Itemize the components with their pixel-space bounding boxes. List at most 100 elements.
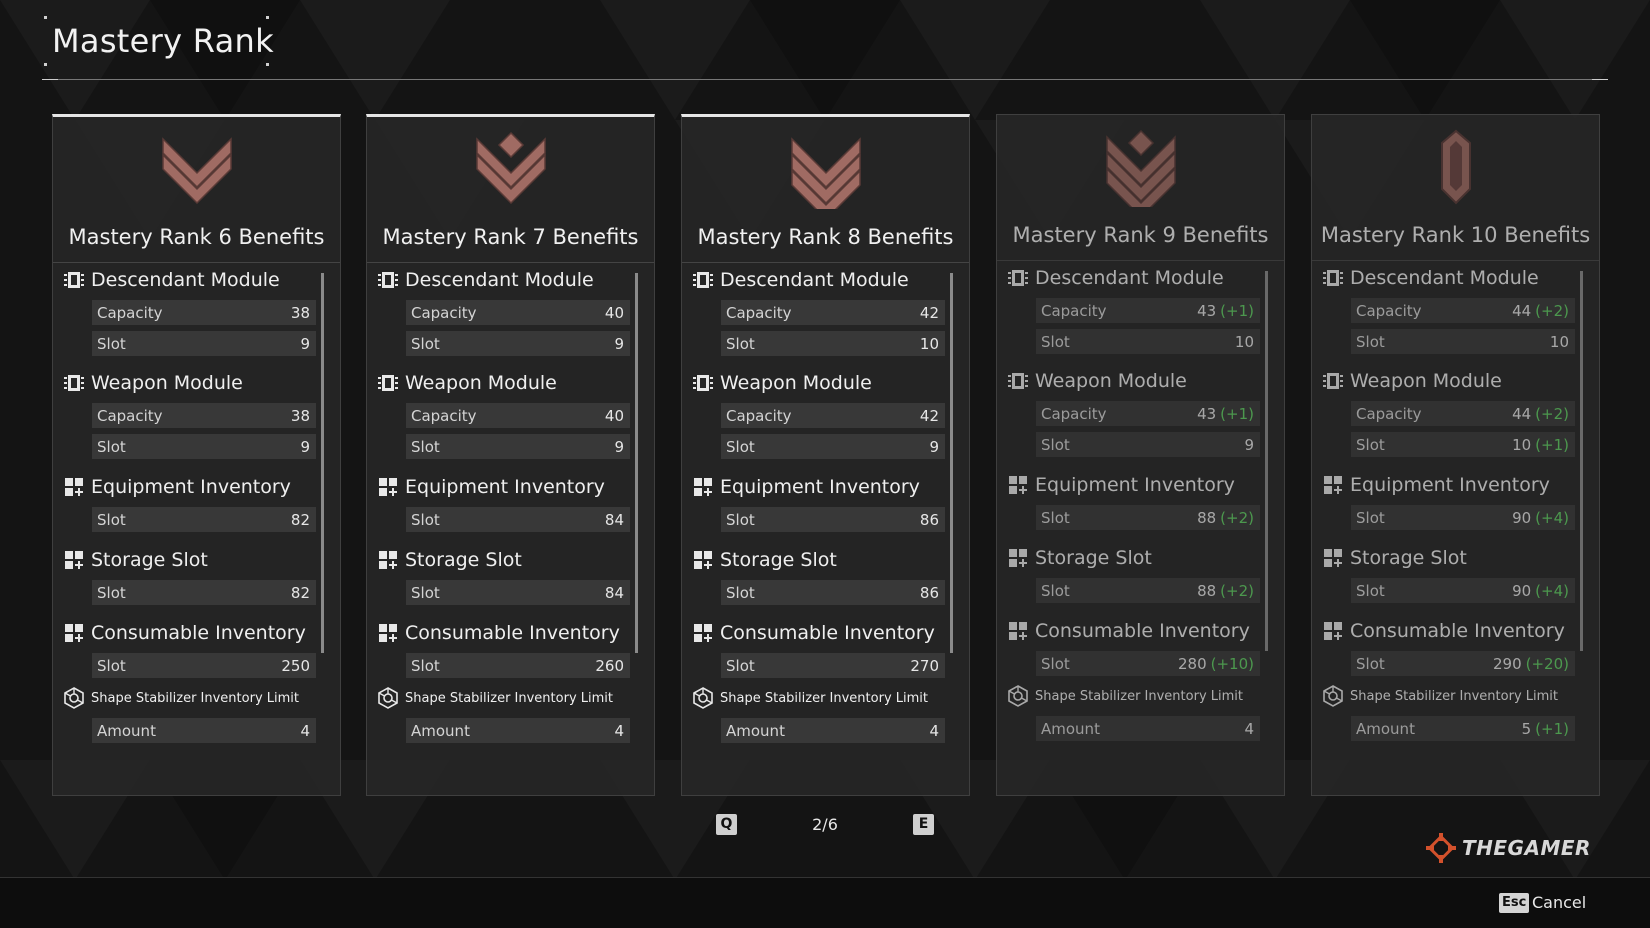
section-header: Shape Stabilizer Inventory Limit [1322, 683, 1558, 709]
inventory-icon [1324, 549, 1342, 567]
section-header: Descendant Module [63, 267, 280, 293]
section-header: Equipment Inventory [63, 474, 291, 500]
card-content: Mastery Rank 10 Benefits Descendant Modul… [1312, 115, 1599, 795]
stat-bonus: (+10) [1210, 654, 1254, 673]
card-scrollbar[interactable] [321, 273, 324, 653]
stat-label: Amount [1356, 719, 1415, 738]
stat-label: Amount [726, 721, 785, 740]
stat-row: Slot 10 (+1) [1351, 432, 1575, 457]
rank-8-benefits-card[interactable]: Mastery Rank 8 Benefits Descendant Module… [681, 114, 970, 796]
module-icon [64, 272, 84, 288]
stat-value: 10 (+1) [1512, 435, 1569, 454]
section-title: Weapon Module [405, 372, 557, 394]
section-header: Consumable Inventory [1322, 618, 1565, 644]
stabilizer-icon [1008, 685, 1028, 707]
stat-value: 84 [604, 583, 624, 602]
module-icon [1008, 270, 1028, 286]
stat-row: Capacity 43 (+1) [1036, 298, 1260, 323]
section-header: Consumable Inventory [692, 620, 935, 646]
stat-row: Slot 290 (+20) [1351, 651, 1575, 676]
stat-row: Slot 84 [406, 507, 630, 532]
stat-value: 5 (+1) [1521, 719, 1569, 738]
stat-row: Capacity 44 (+2) [1351, 401, 1575, 426]
section-header: Equipment Inventory [692, 474, 920, 500]
rank-6-benefits-card[interactable]: Mastery Rank 6 Benefits Descendant Module… [52, 114, 341, 796]
stat-label: Slot [411, 334, 440, 353]
divider-left-tick [42, 79, 58, 80]
section-header: Shape Stabilizer Inventory Limit [1007, 683, 1243, 709]
stat-row: Capacity 42 [721, 300, 945, 325]
module-icon [1323, 270, 1343, 286]
inventory-icon [694, 624, 712, 642]
section-header: Descendant Module [1007, 265, 1224, 291]
stabilizer-icon [64, 687, 84, 709]
stat-value: 88 (+2) [1197, 581, 1254, 600]
cancel-button[interactable]: Cancel [1532, 893, 1586, 913]
page-navigator: Q 2/6 E [0, 814, 1650, 838]
stat-label: Slot [97, 437, 126, 456]
stat-row: Slot 88 (+2) [1036, 505, 1260, 530]
stat-bonus: (+2) [1220, 581, 1254, 600]
rank-10-crystal-emblem [1441, 129, 1471, 205]
card-scrollbar[interactable] [635, 273, 638, 653]
stat-value: 10 [1549, 332, 1569, 351]
section-title: Weapon Module [91, 372, 243, 394]
section-header: Descendant Module [692, 267, 909, 293]
inventory-icon [1009, 622, 1027, 640]
stat-value: 4 [929, 721, 939, 740]
section-title: Shape Stabilizer Inventory Limit [91, 690, 299, 706]
prev-page-key[interactable]: Q [716, 814, 737, 835]
stat-value: 84 [604, 510, 624, 529]
stat-label: Slot [411, 583, 440, 602]
section-title: Equipment Inventory [91, 476, 291, 498]
stat-row: Slot 90 (+4) [1351, 505, 1575, 530]
section-title: Equipment Inventory [405, 476, 605, 498]
rank-7-benefits-card[interactable]: Mastery Rank 7 Benefits Descendant Module… [366, 114, 655, 796]
section-header: Equipment Inventory [1322, 472, 1550, 498]
card-scrollbar[interactable] [1580, 271, 1583, 651]
stat-label: Capacity [1356, 404, 1422, 423]
next-page-key[interactable]: E [913, 814, 934, 835]
card-scrollbar[interactable] [950, 273, 953, 653]
rank-10-benefits-card[interactable]: Mastery Rank 10 Benefits Descendant Modul… [1311, 114, 1600, 796]
stabilizer-icon [378, 687, 398, 709]
stat-row: Capacity 40 [406, 403, 630, 428]
stat-value: 10 [919, 334, 939, 353]
thegamer-logo-icon [1426, 833, 1456, 863]
stat-label: Slot [726, 437, 755, 456]
stat-value: 38 [290, 303, 310, 322]
stat-value: 86 [919, 583, 939, 602]
stat-label: Slot [97, 510, 126, 529]
inventory-icon [379, 624, 397, 642]
section-header: Storage Slot [377, 547, 522, 573]
stat-value: 44 (+2) [1512, 404, 1569, 423]
card-content: Mastery Rank 6 Benefits Descendant Module… [53, 117, 340, 795]
section-title: Shape Stabilizer Inventory Limit [405, 690, 613, 706]
card-title: Mastery Rank 8 Benefits [697, 225, 954, 249]
stat-row: Amount 4 [721, 718, 945, 743]
card-header: Mastery Rank 9 Benefits [997, 115, 1284, 261]
page-title-frame: Mastery Rank [44, 16, 274, 66]
stat-value: 42 [919, 406, 939, 425]
stat-label: Capacity [1356, 301, 1422, 320]
card-header: Mastery Rank 6 Benefits [53, 117, 340, 263]
section-title: Storage Slot [1035, 547, 1152, 569]
rank-9-benefits-card[interactable]: Mastery Rank 9 Benefits Descendant Module… [996, 114, 1285, 796]
stat-row: Slot 280 (+10) [1036, 651, 1260, 676]
divider-right-tick [1592, 79, 1608, 80]
esc-key[interactable]: Esc [1499, 893, 1530, 913]
stat-bonus: (+1) [1535, 435, 1569, 454]
rank-9-chevron-emblem [1106, 129, 1176, 207]
section-header: Weapon Module [1007, 368, 1187, 394]
stat-row: Slot 84 [406, 580, 630, 605]
section-title: Weapon Module [720, 372, 872, 394]
inventory-icon [379, 478, 397, 496]
rank-7-chevron-emblem [476, 131, 546, 205]
card-header: Mastery Rank 10 Benefits [1312, 115, 1599, 261]
stat-row: Slot 86 [721, 507, 945, 532]
stat-label: Slot [726, 334, 755, 353]
card-scrollbar[interactable] [1265, 271, 1268, 651]
stat-row: Capacity 43 (+1) [1036, 401, 1260, 426]
stat-value: 4 [614, 721, 624, 740]
section-header: Equipment Inventory [377, 474, 605, 500]
